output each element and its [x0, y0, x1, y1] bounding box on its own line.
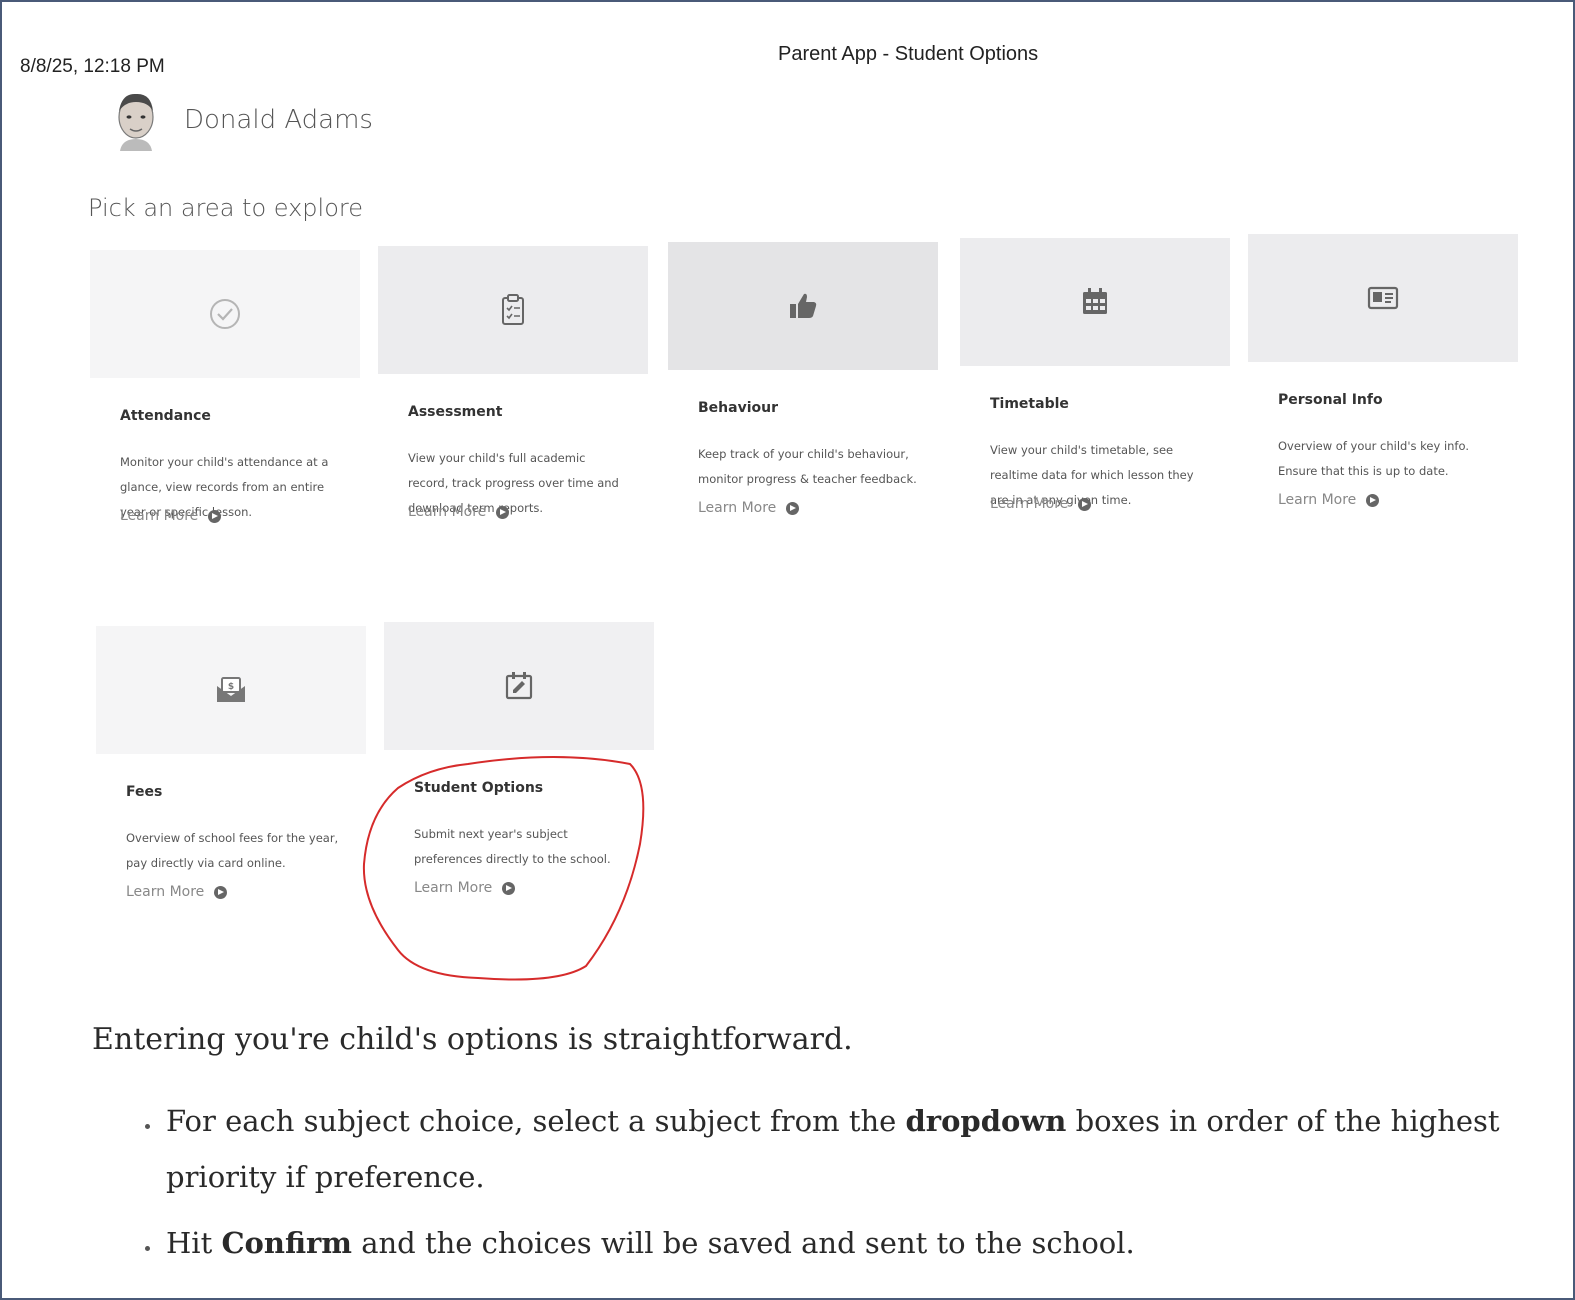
instruction-item: For each subject choice, select a subjec…: [162, 1093, 1532, 1205]
instructions-list: For each subject choice, select a subjec…: [92, 1093, 1532, 1271]
print-timestamp: 8/8/25, 12:18 PM: [20, 56, 165, 77]
learn-more-link[interactable]: Learn More: [126, 884, 228, 900]
card-title: Attendance: [120, 408, 211, 424]
arrow-circle-icon: [208, 509, 222, 523]
svg-text:$: $: [228, 682, 234, 692]
instruction-text: Hit: [166, 1226, 222, 1260]
card-fees[interactable]: $ Fees Overview of school fees for the y…: [96, 626, 366, 986]
instruction-emphasis: Confirm: [221, 1226, 352, 1260]
card-title: Behaviour: [698, 400, 778, 416]
card-title: Personal Info: [1278, 392, 1383, 408]
learn-more-label: Learn More: [408, 504, 487, 520]
arrow-circle-icon: [1366, 493, 1380, 507]
avatar: [110, 89, 162, 151]
calendar-icon: [1083, 288, 1107, 314]
card-assessment[interactable]: Assessment View your child's full academ…: [378, 246, 648, 606]
user-name: Donald Adams: [184, 105, 373, 135]
print-page-title: Parent App - Student Options: [778, 43, 1039, 65]
card-image: [668, 242, 938, 370]
highlight-circle: [362, 756, 645, 981]
learn-more-link[interactable]: Learn More: [990, 496, 1092, 512]
card-personal-info[interactable]: Personal Info Overview of your child's k…: [1248, 234, 1518, 594]
arrow-circle-icon: [214, 885, 228, 899]
card-image: [384, 622, 654, 750]
card-image: $: [96, 626, 366, 754]
learn-more-label: Learn More: [126, 884, 205, 900]
learn-more-label: Learn More: [990, 496, 1069, 512]
card-attendance[interactable]: Attendance Monitor your child's attendan…: [90, 250, 360, 610]
learn-more-link[interactable]: Learn More: [408, 504, 510, 520]
card-timetable[interactable]: Timetable View your child's timetable, s…: [960, 238, 1230, 598]
user-profile: Donald Adams: [110, 88, 373, 152]
edit-calendar-icon: [505, 672, 533, 700]
printed-page: 8/8/25, 12:18 PM Parent App - Student Op…: [0, 0, 1575, 1300]
arrow-circle-icon: [1078, 497, 1092, 511]
instruction-item: Hit Confirm and the choices will be save…: [162, 1215, 1532, 1271]
thumbs-up-icon: [790, 293, 817, 318]
card-image: [1248, 234, 1518, 362]
instruction-text: For each subject choice, select a subjec…: [166, 1104, 906, 1138]
instructions: Entering you're child's options is strai…: [92, 1022, 1532, 1281]
card-title: Fees: [126, 784, 163, 800]
arrow-circle-icon: [786, 501, 800, 515]
id-card-icon: [1367, 286, 1399, 310]
check-circle-icon: [210, 299, 240, 329]
card-title: Assessment: [408, 404, 503, 420]
learn-more-label: Learn More: [120, 508, 199, 524]
learn-more-link[interactable]: Learn More: [120, 508, 222, 524]
card-image: [378, 246, 648, 374]
instructions-intro: Entering you're child's options is strai…: [92, 1022, 853, 1057]
card-image: [960, 238, 1230, 366]
arrow-circle-icon: [496, 505, 510, 519]
learn-more-label: Learn More: [698, 500, 777, 516]
clipboard-icon: [502, 294, 524, 325]
instruction-text: and the choices will be saved and sent t…: [352, 1226, 1135, 1260]
learn-more-link[interactable]: Learn More: [698, 500, 800, 516]
card-title: Timetable: [990, 396, 1069, 412]
card-image: [90, 250, 360, 378]
learn-more-link[interactable]: Learn More: [1278, 492, 1380, 508]
card-behaviour[interactable]: Behaviour Keep track of your child's beh…: [668, 242, 938, 602]
section-heading: Pick an area to explore: [88, 194, 363, 222]
learn-more-label: Learn More: [1278, 492, 1357, 508]
money-envelope-icon: $: [217, 677, 245, 702]
instruction-emphasis: dropdown: [905, 1104, 1067, 1138]
